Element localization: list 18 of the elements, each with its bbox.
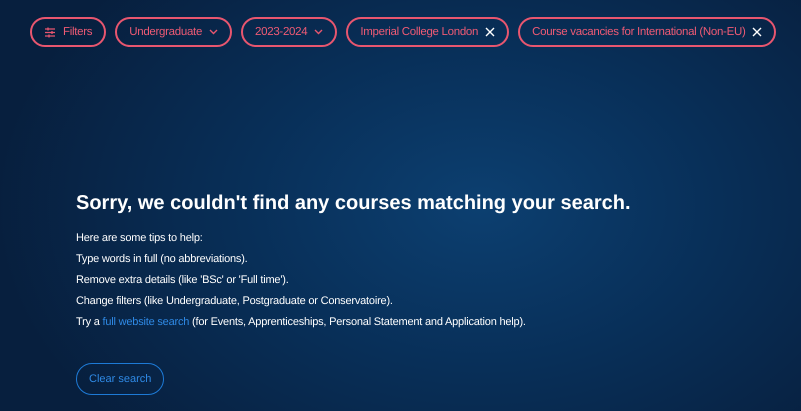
tip-text: Remove extra details (like 'BSc' or 'Full time'). [76,273,290,287]
tip-text: Try a full website search (for Events, Apprenticeships, Personal Statement and Application help). [76,315,527,329]
clear-search-button[interactable]: Clear search [76,363,164,395]
close-icon [752,27,762,37]
filter-dropdown[interactable]: Undergraduate [115,17,232,47]
tip-text: Change filters (like Undergraduate, Postgraduate or Conservatoire). [76,294,394,308]
chevron-down-icon [314,29,324,35]
filters-button[interactable]: Filters [30,17,106,47]
chevron-down-icon [209,29,218,35]
no-results-heading: Sorry, we couldn't find any courses matching your search. [76,192,632,215]
filter-chip[interactable]: Imperial College London [346,17,510,47]
close-icon [485,27,496,37]
tip-text: Here are some tips to help: [76,231,204,245]
filter-chip[interactable]: Course vacancies for International (Non-EU) [518,17,776,47]
tip-text: Type words in full (no abbreviations). [76,252,249,266]
website-search-link[interactable]: full website search [102,316,190,328]
sliders-icon [44,26,56,38]
filter-dropdown[interactable]: 2023-2024 [241,17,338,47]
